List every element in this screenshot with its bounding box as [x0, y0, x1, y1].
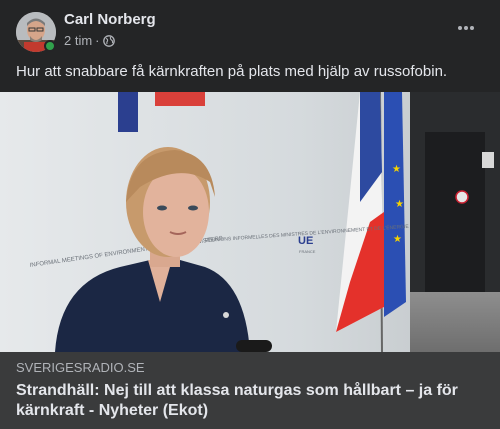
svg-text:★: ★	[393, 234, 402, 245]
meta-separator: ·	[95, 33, 100, 48]
link-preview-image[interactable]: ★ ★ ★ INFORMAL MEETINGS OF ENVIRONMENT A…	[0, 92, 500, 352]
backdrop-logo: UE	[298, 235, 313, 247]
online-status-indicator	[44, 40, 56, 52]
post-meta: 2 tim ·	[64, 33, 115, 48]
post-time[interactable]: 2 tim	[64, 33, 92, 48]
author-name[interactable]: Carl Norberg	[64, 11, 156, 28]
more-horizontal-icon	[458, 26, 474, 30]
post-text: Hur att snabbare få kärnkraften på plats…	[16, 63, 448, 80]
svg-text:★: ★	[392, 164, 401, 175]
more-options-button[interactable]	[456, 18, 476, 38]
backdrop-logo-subtext: FRANCE	[299, 249, 316, 254]
post-header: Carl Norberg 2 tim ·	[0, 0, 500, 58]
news-photo: ★ ★ ★ INFORMAL MEETINGS OF ENVIRONMENT A…	[0, 92, 500, 352]
globe-icon[interactable]	[102, 34, 115, 47]
link-headline[interactable]: Strandhäll: Nej till att klassa naturgas…	[16, 381, 486, 421]
svg-text:★: ★	[395, 199, 404, 210]
link-domain: SVERIGESRADIO.SE	[16, 360, 145, 375]
link-preview-card[interactable]: SVERIGESRADIO.SE Strandhäll: Nej till at…	[0, 352, 500, 429]
